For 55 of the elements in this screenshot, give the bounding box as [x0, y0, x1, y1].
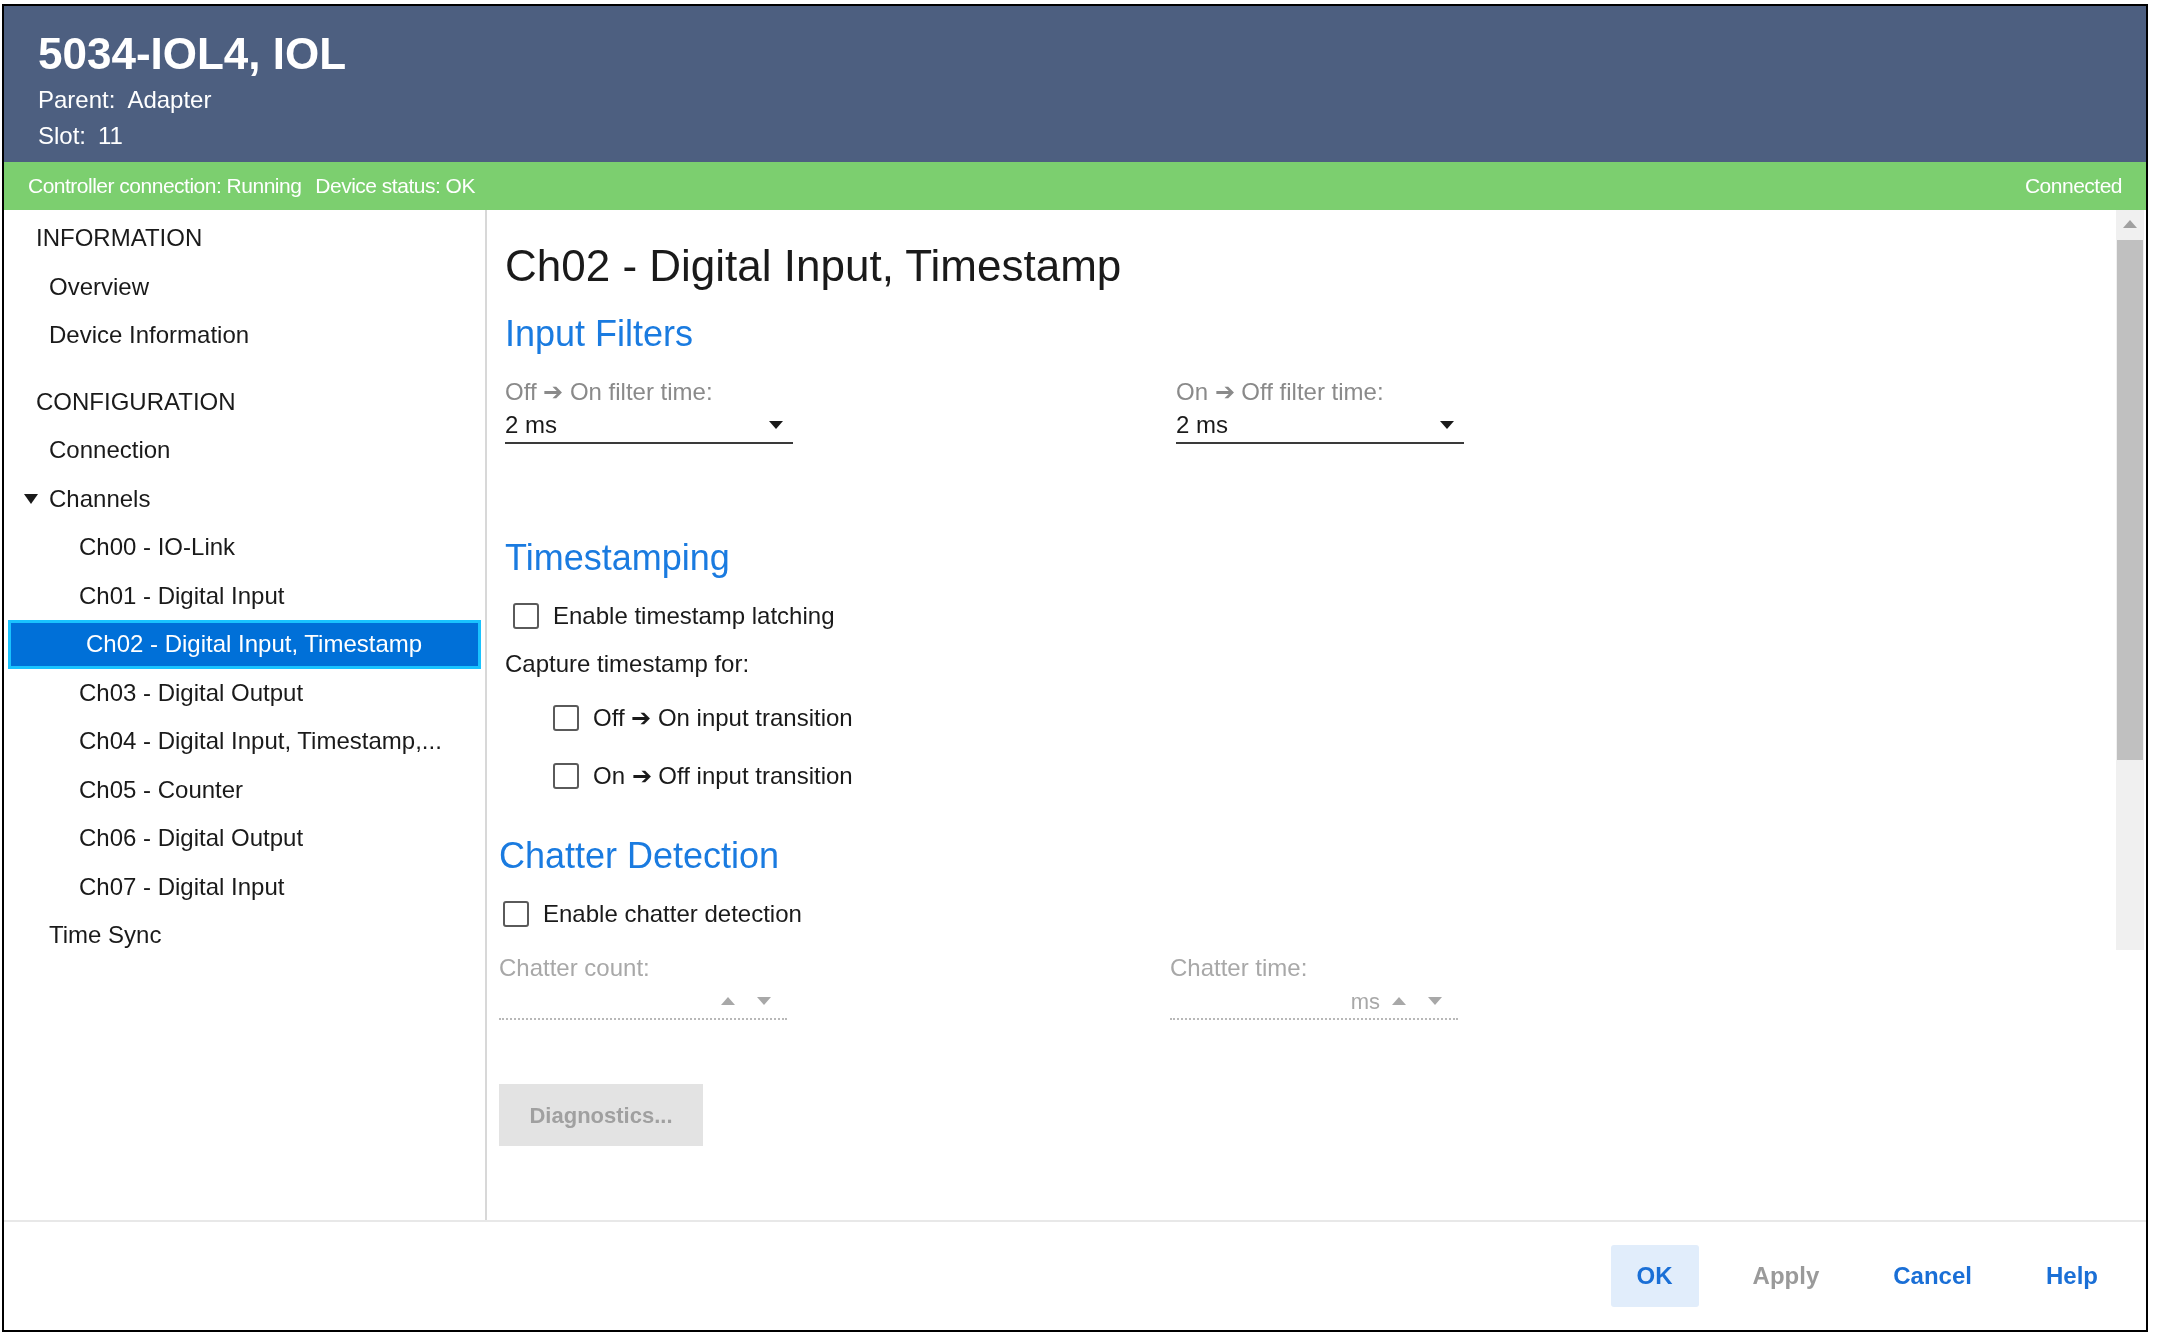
section-heading: Input Filters — [505, 312, 695, 356]
decrement-icon — [757, 995, 771, 1007]
sidebar-item[interactable]: Ch06 - Digital Output — [4, 814, 485, 863]
status-text: Device status: OK — [315, 173, 475, 200]
dropdown-caret-icon — [769, 419, 783, 431]
sidebar-item[interactable]: Ch03 - Digital Output — [4, 668, 485, 717]
sidebar-item[interactable]: Ch01 - Digital Input — [4, 571, 485, 620]
sidebar-item[interactable]: Ch02 - Digital Input, Timestamp — [8, 620, 481, 669]
section-heading: Chatter Detection — [499, 834, 781, 878]
collapse-triangle-icon[interactable] — [24, 492, 38, 505]
sidebar-heading: INFORMATION — [35, 223, 204, 254]
checkbox-label: On ➔ Off input transition — [593, 761, 853, 791]
dialog-button[interactable]: Help — [2026, 1245, 2118, 1307]
sidebar-item[interactable]: Channels — [4, 474, 485, 523]
sidebar-heading: CONFIGURATION — [35, 386, 237, 417]
capture-label: Capture timestamp for: — [505, 649, 751, 679]
header-label: Parent: — [38, 85, 116, 115]
checkbox-label: Enable chatter detection — [543, 899, 802, 929]
sidebar-item[interactable]: Device Information — [4, 311, 485, 360]
sidebar-item[interactable]: Ch05 - Counter — [4, 765, 485, 814]
dropdown-caret-icon — [1440, 419, 1454, 431]
header-value: Adapter — [127, 85, 212, 115]
increment-icon — [721, 995, 735, 1007]
field-label: Chatter time: — [1170, 953, 1309, 983]
dropdown[interactable]: 2 ms — [1176, 408, 1464, 444]
sidebar-item[interactable]: Connection — [4, 426, 485, 475]
page-title: Ch02 - Digital Input, Timestamp — [505, 240, 1123, 292]
sidebar-item[interactable]: Ch00 - IO-Link — [4, 523, 485, 572]
scrollbar[interactable] — [2116, 210, 2144, 950]
field-label: On ➔ Off filter time: — [1176, 377, 1385, 407]
checkbox[interactable] — [503, 901, 529, 927]
field-label: Chatter count: — [499, 953, 651, 983]
decrement-icon — [1428, 995, 1442, 1007]
checkbox[interactable] — [553, 763, 579, 789]
checkbox-label: Enable timestamp latching — [553, 601, 835, 631]
dialog-button[interactable]: Cancel — [1873, 1245, 1992, 1307]
status-text: Controller connection: Running — [28, 173, 302, 200]
increment-icon — [1392, 995, 1406, 1007]
dialog-button[interactable]: OK — [1610, 1245, 1699, 1307]
checkbox[interactable] — [553, 705, 579, 731]
window-title: 5034-IOL4, IOL — [38, 28, 348, 80]
scrollbar-thumb[interactable] — [2117, 240, 2143, 760]
dropdown[interactable]: 2 ms — [505, 408, 793, 444]
header-value: 11 — [98, 121, 123, 151]
sidebar-item[interactable]: Ch07 - Digital Input — [4, 862, 485, 911]
sidebar-item[interactable]: Ch04 - Digital Input, Timestamp,... — [4, 717, 485, 766]
sidebar-item[interactable]: Time Sync — [4, 911, 485, 950]
checkbox-label: Off ➔ On input transition — [593, 703, 853, 733]
field-label: Off ➔ On filter time: — [505, 377, 714, 407]
sidebar-item[interactable]: Overview — [4, 262, 485, 311]
scroll-up-icon — [2123, 218, 2137, 230]
header-label: Slot: — [38, 121, 87, 151]
section-heading: Timestamping — [505, 536, 731, 580]
checkbox[interactable] — [513, 603, 539, 629]
connection-status: Connected — [2024, 173, 2122, 200]
